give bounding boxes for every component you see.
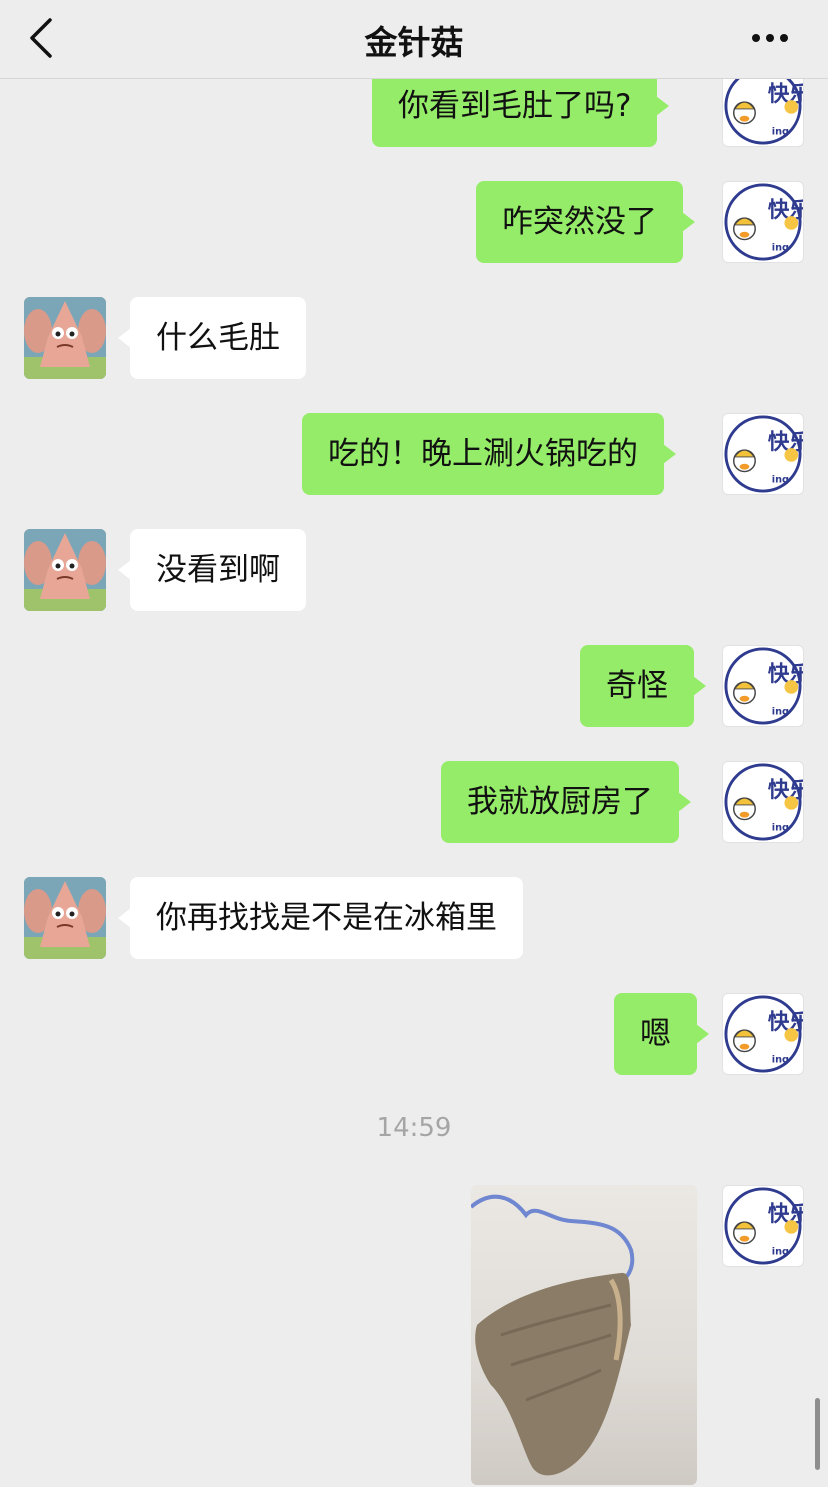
message-bubble-received[interactable]: 什么毛肚 — [118, 297, 306, 379]
message-bubble-received[interactable]: 没看到啊 — [118, 529, 306, 611]
message-bubble-received[interactable]: 你再找找是不是在冰箱里 — [118, 877, 523, 959]
chat-title: 金针菇 — [364, 23, 464, 62]
svg-text:快乐: 快乐 — [768, 778, 803, 803]
starfish-avatar-icon — [24, 877, 106, 959]
duck-logo-icon: 快乐 ing — [724, 995, 803, 1073]
svg-text:ing: ing — [772, 1054, 789, 1065]
duck-logo-icon: 快乐 ing — [724, 415, 803, 493]
chat-header: 金针菇 — [0, 0, 828, 79]
message-bubble-sent[interactable]: 吃的！晚上涮火锅吃的 — [302, 413, 676, 495]
svg-text:ing: ing — [772, 242, 789, 253]
duck-logo-icon: 快乐 ing — [724, 183, 803, 261]
image-message[interactable] — [471, 1185, 697, 1485]
message-bubble-sent[interactable]: 我就放厨房了 — [441, 761, 691, 843]
my-avatar[interactable]: 快乐 ing — [722, 413, 804, 495]
duck-logo-icon: 快乐 ing — [724, 1187, 803, 1265]
svg-text:快乐: 快乐 — [768, 82, 803, 107]
my-avatar[interactable]: 快乐 ing — [722, 181, 804, 263]
duck-logo-icon: 快乐 ing — [724, 763, 803, 841]
svg-text:ing: ing — [772, 126, 789, 137]
svg-text:ing: ing — [772, 706, 789, 717]
contact-avatar[interactable] — [24, 529, 106, 611]
svg-text:ing: ing — [772, 1246, 789, 1257]
svg-text:快乐: 快乐 — [768, 1202, 803, 1227]
more-dots-icon — [752, 34, 788, 42]
scrollbar[interactable] — [815, 1398, 820, 1470]
duck-logo-icon: 快乐 ing — [724, 647, 803, 725]
my-avatar[interactable]: 快乐 ing — [722, 993, 804, 1075]
message-bubble-sent[interactable]: 奇怪 — [580, 645, 706, 727]
contact-avatar[interactable] — [24, 877, 106, 959]
my-avatar[interactable]: 快乐 ing — [722, 761, 804, 843]
svg-text:快乐: 快乐 — [768, 430, 803, 455]
svg-text:快乐: 快乐 — [768, 198, 803, 223]
my-avatar[interactable]: 快乐 ing — [722, 1185, 804, 1267]
starfish-avatar-icon — [24, 297, 106, 379]
message-timestamp: 14:59 — [376, 1113, 452, 1143]
contact-avatar[interactable] — [24, 297, 106, 379]
svg-text:ing: ing — [772, 474, 789, 485]
message-bubble-sent[interactable]: 嗯 — [614, 993, 709, 1075]
chat-area: 你看到毛肚了吗? 快乐 ing 咋突然没了 快乐 ing — [0, 0, 828, 1487]
svg-text:快乐: 快乐 — [768, 1010, 803, 1035]
starfish-avatar-icon — [24, 529, 106, 611]
svg-text:ing: ing — [772, 822, 789, 833]
message-bubble-sent[interactable]: 咋突然没了 — [476, 181, 695, 263]
tripe-photo-icon — [471, 1194, 635, 1476]
my-avatar[interactable]: 快乐 ing — [722, 645, 804, 727]
svg-text:快乐: 快乐 — [768, 662, 803, 687]
more-button[interactable] — [748, 26, 792, 50]
